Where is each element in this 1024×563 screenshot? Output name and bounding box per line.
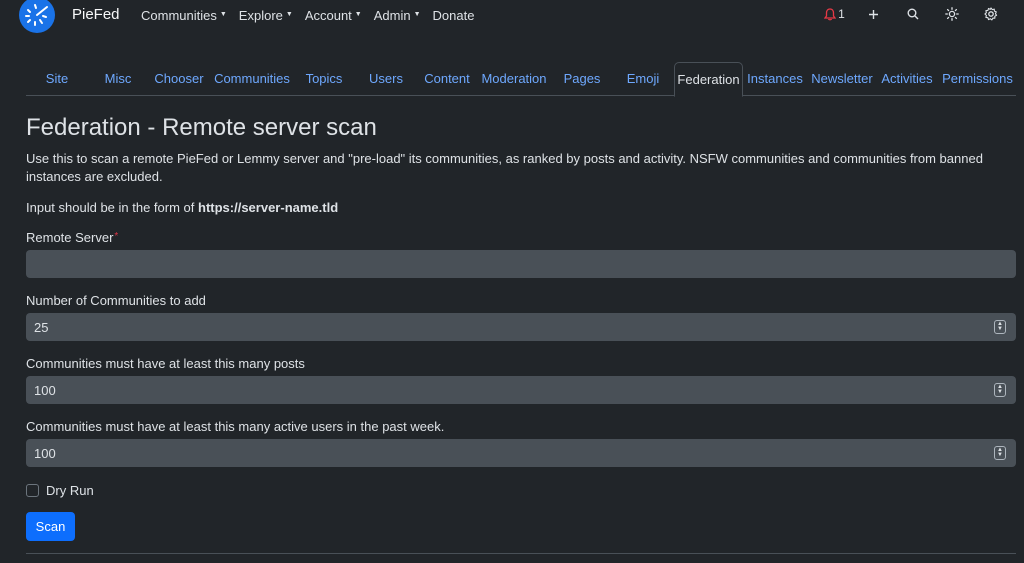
- top-navbar: PieFed Communities ▼ Explore ▼ Account ▼ Ad…: [0, 0, 1024, 34]
- remote-server-label-text: Remote Server: [26, 230, 114, 245]
- caret-down-icon: ▼: [219, 11, 227, 18]
- nav-account-label: Account: [304, 8, 352, 23]
- page-description: Use this to scan a remote PieFed or Lemm…: [26, 151, 983, 184]
- navbar-actions: 1: [815, 7, 1010, 21]
- tab-permissions[interactable]: Permissions: [939, 62, 1016, 96]
- tab-misc[interactable]: Misc: [92, 62, 144, 96]
- caret-down-icon: ▼: [413, 11, 421, 18]
- dry-run-label[interactable]: Dry Run: [46, 483, 94, 498]
- nav-communities-label: Communities: [141, 8, 217, 23]
- plus-icon: [869, 9, 878, 19]
- divider: [26, 553, 1016, 554]
- scan-button[interactable]: Scan: [26, 512, 75, 541]
- dry-run-row: Dry Run: [26, 483, 94, 498]
- dry-run-checkbox[interactable]: [26, 484, 39, 497]
- min-active-users-value: 100: [34, 445, 56, 461]
- gear-icon: [983, 7, 997, 21]
- number-spinner-icon[interactable]: ▲ ▼: [994, 320, 1006, 334]
- tab-moderation[interactable]: Moderation: [479, 62, 549, 96]
- tab-communities[interactable]: Communities: [212, 62, 292, 96]
- tab-activities[interactable]: Activities: [878, 62, 936, 96]
- tab-content[interactable]: Content: [420, 62, 474, 96]
- search-button[interactable]: [893, 8, 932, 20]
- tab-newsletter[interactable]: Newsletter: [809, 62, 875, 96]
- tab-emoji[interactable]: Emoji: [620, 62, 666, 96]
- min-posts-value: 100: [34, 382, 56, 398]
- nav-explore-label: Explore: [238, 8, 283, 23]
- input-format-hint: Input should be in the form of https://s…: [26, 200, 338, 215]
- num-communities-value: 25: [34, 319, 49, 335]
- min-posts-input[interactable]: 100 ▲ ▼: [26, 376, 1016, 404]
- create-button[interactable]: [854, 9, 893, 20]
- remote-server-input[interactable]: [26, 250, 1016, 278]
- number-spinner-icon[interactable]: ▲ ▼: [994, 383, 1006, 397]
- bell-icon: [824, 7, 837, 20]
- settings-button[interactable]: [971, 7, 1010, 21]
- piefed-logo-icon[interactable]: [18, 0, 56, 34]
- hint-prefix: Input should be in the form of: [26, 200, 198, 215]
- num-communities-label: Number of Communities to add: [26, 293, 206, 308]
- main-nav-menu: Communities ▼ Explore ▼ Account ▼ Admin ▼ Do…: [141, 8, 474, 23]
- tab-topics[interactable]: Topics: [298, 62, 350, 96]
- admin-tabs: Site Misc Chooser Communities Topics Use…: [26, 62, 1016, 97]
- tab-pages[interactable]: Pages: [558, 62, 606, 96]
- nav-admin[interactable]: Admin ▼: [374, 8, 421, 23]
- nav-donate[interactable]: Donate: [433, 8, 475, 23]
- min-active-users-input[interactable]: 100 ▲ ▼: [26, 439, 1016, 467]
- tab-site[interactable]: Site: [26, 62, 88, 96]
- tab-instances[interactable]: Instances: [745, 62, 805, 96]
- tab-users[interactable]: Users: [360, 62, 412, 96]
- caret-down-icon: ▼: [354, 11, 362, 18]
- min-active-users-label: Communities must have at least this many…: [26, 419, 445, 434]
- nav-explore[interactable]: Explore ▼: [239, 8, 293, 23]
- sun-icon: [944, 7, 959, 21]
- notifications-button[interactable]: 1: [815, 7, 854, 21]
- caret-down-icon: ▼: [285, 11, 293, 18]
- nav-account[interactable]: Account ▼: [305, 8, 362, 23]
- number-spinner-icon[interactable]: ▲ ▼: [994, 446, 1006, 460]
- hint-example: https://server-name.tld: [198, 200, 339, 215]
- page-title: Federation - Remote server scan: [26, 114, 377, 141]
- brand-name-link[interactable]: PieFed: [72, 6, 120, 23]
- theme-toggle-button[interactable]: [932, 7, 971, 21]
- tab-federation[interactable]: Federation: [674, 62, 743, 97]
- search-icon: [907, 8, 918, 20]
- tab-chooser[interactable]: Chooser: [152, 62, 206, 96]
- required-mark: *: [114, 231, 119, 242]
- remote-server-label: Remote Server*: [26, 230, 118, 245]
- notifications-count: 1: [838, 7, 845, 21]
- nav-admin-label: Admin: [373, 8, 411, 23]
- nav-communities[interactable]: Communities ▼: [141, 8, 227, 23]
- min-posts-label: Communities must have at least this many…: [26, 356, 305, 371]
- nav-donate-label: Donate: [432, 8, 475, 23]
- num-communities-input[interactable]: 25 ▲ ▼: [26, 313, 1016, 341]
